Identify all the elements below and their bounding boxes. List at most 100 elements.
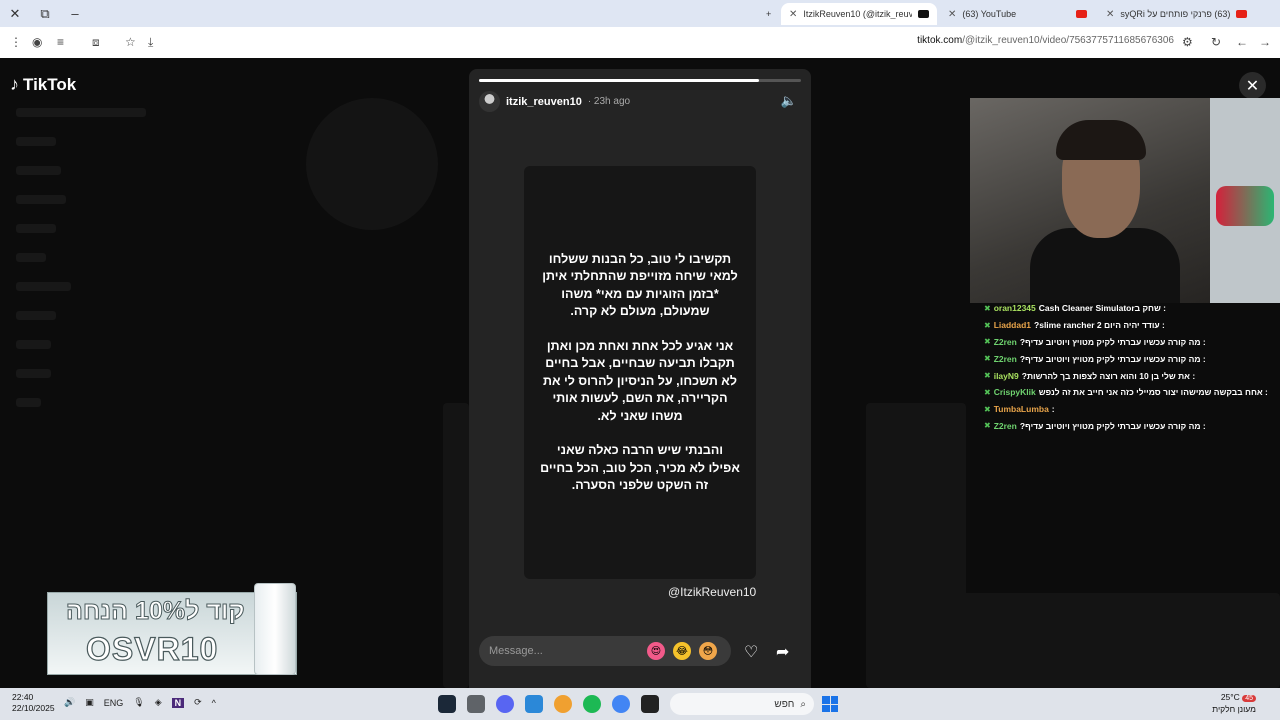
kick-badge-icon: ✖ [984,421,991,431]
notes-icon[interactable] [525,695,543,713]
site-settings-icon[interactable]: ⚙ [1182,35,1193,49]
search-icon: ⌕ [800,698,806,710]
dimmed-sidebar [16,108,266,427]
stream-chat: ✖ oran12345: שחק בCash Cleaner Simulator ✖… [984,300,1280,434]
app-tray-icon[interactable]: ◈ [155,697,162,708]
shocked-emoji-icon[interactable]: 😳 [699,642,717,660]
calculator-icon[interactable] [467,695,485,713]
taskbar-search[interactable]: חפש ⌕ [670,693,814,715]
profile-icon[interactable]: ◉ [32,35,42,49]
dimmed-video-grid [866,593,1280,688]
language-indicator[interactable]: ENG [104,698,124,708]
chrome-icon[interactable] [612,695,630,713]
microphone-icon[interactable]: 🎙 [133,697,144,708]
chat-message: ✖ TumbaLumba: [984,401,1280,418]
steam-icon[interactable] [438,695,456,713]
chat-username: TumbaLumba [993,404,1049,415]
chat-text: : עודד יהיה היום slime rancher 2? [1034,320,1165,331]
forward-icon[interactable]: → [1259,35,1271,49]
promo-banner: קוד ל10% הנחה OSVR10 [47,583,297,675]
sync-icon[interactable]: ⟳ [194,697,202,708]
share-icon[interactable]: ➦ [776,642,789,662]
chat-text: : את שלי בן 10 והוא רוצה לצפות בך להרשות… [1021,370,1196,381]
kick-badge-icon: ✖ [984,371,991,381]
history-icon[interactable]: ≡ [57,35,64,49]
chat-username: Z2ren [993,420,1017,431]
kick-badge-icon: ✖ [984,303,991,313]
speaker-icon[interactable]: 🔊 [64,697,75,708]
chat-message: ✖ Z2ren: מה קורה עכשיו עברתי לקיק מטויץ ו… [984,334,1280,351]
close-tab-icon[interactable]: ✕ [789,9,797,20]
onenote-icon[interactable]: N [171,697,185,708]
like-heart-icon[interactable]: ♡ [744,642,758,662]
chevron-up-icon[interactable]: ^ [212,698,216,708]
chat-username: ilayN9 [993,370,1019,381]
chat-text: : מה קורה עכשיו עברתי לקיק מטויץ ויוטיוב… [1019,353,1206,364]
laughing-emoji-icon[interactable]: 😂 [673,642,691,660]
avatar[interactable] [479,91,500,112]
kick-badge-icon: ✖ [984,387,991,397]
close-tab-icon[interactable]: ✕ [1106,9,1114,20]
chat-text: : שחק בCash Cleaner Simulator [1038,303,1167,314]
chat-text: : מה קורה עכשיו עברתי לקיק מטויץ ויוטיוב… [1019,336,1206,347]
message-input[interactable] [489,645,639,657]
volume-icon[interactable]: 🔈 [781,93,797,109]
close-window-icon[interactable]: ✕ [0,0,30,27]
windows-taskbar: 22:40 22/10/2025 🔊 ▣ ENG 🎙 ◈ N ⟳ ^ חפש ⌕… [0,688,1280,720]
story-progress-fill [479,79,760,82]
weather-widget[interactable]: 25°C 45 מעונן חלקית [1212,692,1256,715]
app-icon[interactable] [554,695,572,713]
notification-badge: 45 [1242,695,1256,702]
heart-eyes-emoji-icon[interactable]: 😍 [647,642,665,660]
message-bar[interactable]: 😍 😂 😳 [479,636,731,666]
perfume-bottle-image [254,583,296,675]
terminal-icon[interactable] [641,695,659,713]
install-icon[interactable]: ⤓ [148,35,153,50]
chat-message: ✖ Liaddad1: עודד יהיה היום slime rancher … [984,317,1280,334]
youtube-favicon-icon [1076,10,1088,18]
bookmark-star-icon[interactable]: ☆ [125,35,136,49]
promo-code: OSVR10 [85,630,219,667]
story-viewer[interactable]: itzik_reuven10 · 23h ago 🔈 תקשיבו לי טוב… [469,69,811,688]
story-paragraph: אני אגיע לכל אחת ואחת מכן ואתן תקבלו תבי… [543,338,737,423]
tiktok-page: ♪ TikTok itzik_reuven10 · 23h ago 🔈 תקשי… [0,58,1280,688]
chat-username: Z2ren [993,353,1017,364]
close-tab-icon[interactable]: ✕ [948,9,956,20]
windows-start-icon[interactable] [822,696,838,712]
close-icon[interactable]: ✕ [1239,72,1266,99]
restore-window-icon[interactable]: ⧉ [30,0,60,27]
address-bar: ⋮ ◉ ≡ ⧈ ☆ ⤓ tiktok.com/@itzik_reuven10/v… [0,27,1280,58]
tab-youtube[interactable]: ✕ (63) YouTube [940,3,1096,25]
new-tab-icon[interactable]: + [758,3,779,25]
menu-dots-icon[interactable]: ⋮ [10,35,22,49]
rgb-light [1216,186,1274,226]
tab-tiktok[interactable]: ✕ ItzikReuven10 (@itzik_reuven1 [781,3,937,25]
extensions-icon[interactable]: ⧈ [92,35,100,50]
chat-username: oran12345 [993,303,1036,314]
system-tray: 🔊 ▣ ENG 🎙 ◈ N ⟳ ^ [64,697,216,708]
kick-badge-icon: ✖ [984,354,991,364]
chat-text: : מה קורה עכשיו עברתי לקיק מטויץ ויוטיוב… [1019,420,1206,431]
minimize-window-icon[interactable]: – [60,0,90,27]
search-label: חפש [774,698,795,710]
story-time: · 23h ago [587,96,631,107]
network-icon[interactable]: ▣ [85,697,94,708]
spotify-icon[interactable] [583,695,601,713]
chat-text: : [1051,404,1055,415]
discord-icon[interactable] [496,695,514,713]
browser-chrome: ✕ ⧉ – + ✕ ItzikReuven10 (@itzik_reuven1 … [0,0,1280,58]
url-text[interactable]: tiktok.com/@itzik_reuven10/video/7563775… [917,35,1174,46]
promo-line-1: קוד ל10% הנחה [66,597,246,626]
story-username[interactable]: itzik_reuven10 [506,96,582,108]
youtube-favicon-icon [1236,10,1248,18]
kick-badge-icon: ✖ [984,404,991,414]
chat-message: ✖ Z2ren: מה קורה עכשיו עברתי לקיק מטויץ ו… [984,418,1280,435]
clock[interactable]: 22:40 22/10/2025 [12,692,55,714]
back-icon[interactable]: ← [1236,35,1248,49]
tab-bar: ✕ ⧉ – + ✕ ItzikReuven10 (@itzik_reuven1 … [0,0,1280,27]
reload-icon[interactable]: ↻ [1211,35,1221,49]
tab-youtube-2[interactable]: ✕ (63) פרנקי פותחים על psyQRi [1098,3,1258,25]
story-progress-bar [479,79,801,82]
tiktok-logo[interactable]: ♪ TikTok [10,74,76,95]
story-text-card: תקשיבו לי טוב, כל הבנות ששלחו למאי שיחה … [524,166,756,579]
